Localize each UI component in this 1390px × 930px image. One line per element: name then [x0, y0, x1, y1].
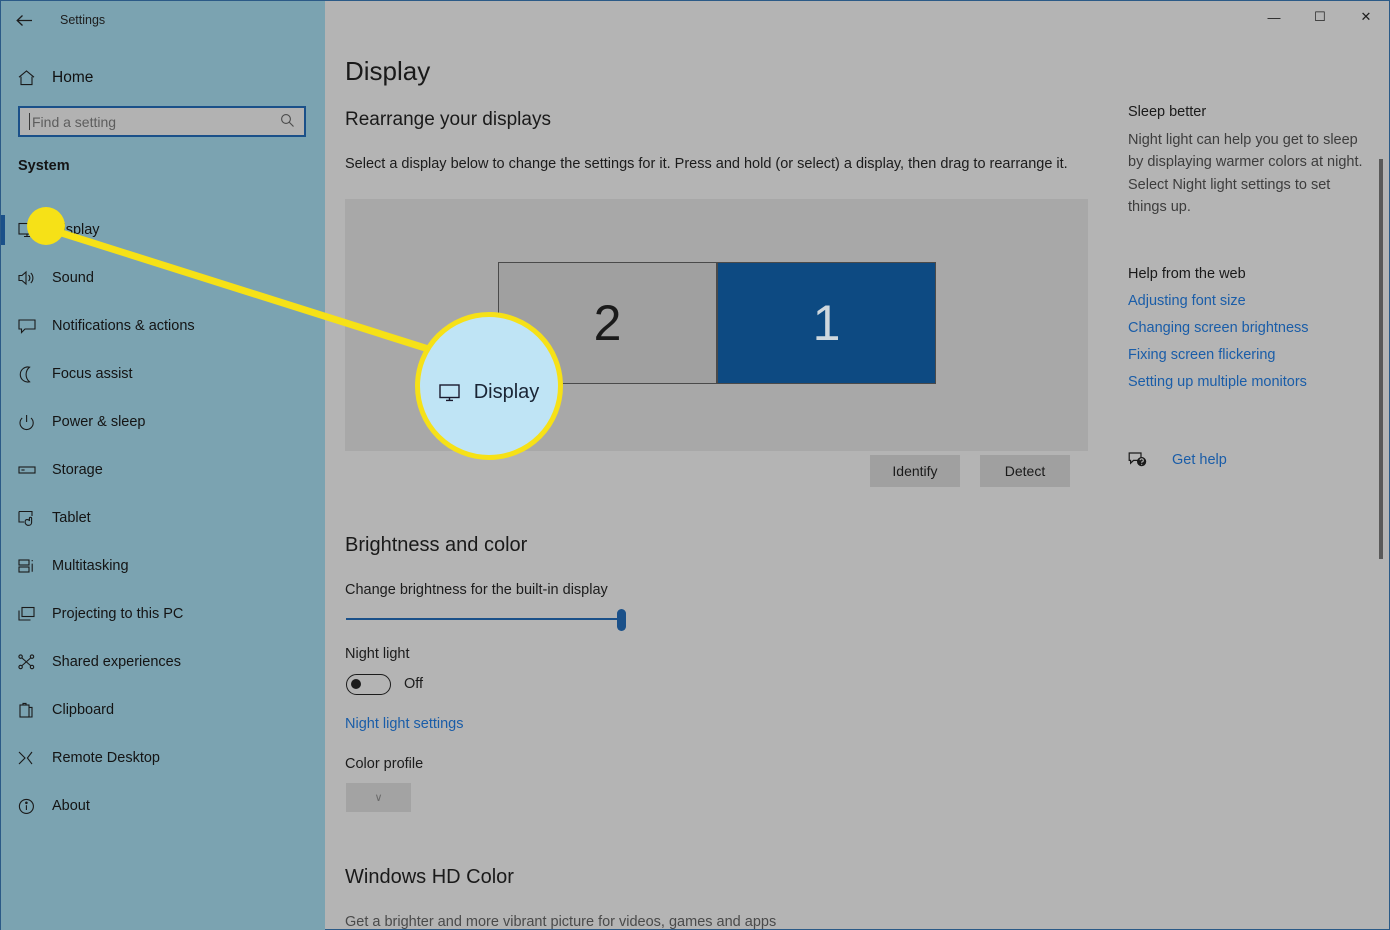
rearrange-description: Select a display below to change the set… [345, 156, 1068, 172]
night-light-toggle[interactable] [346, 674, 391, 695]
brightness-slider-track[interactable] [346, 618, 626, 620]
sidebar-item-storage-label: Storage [52, 462, 103, 478]
help-link-changing-screen-brightness[interactable]: Changing screen brightness [1128, 320, 1378, 336]
monitor-tile-1[interactable]: 1 [717, 262, 936, 384]
sleep-better-block: Sleep better Night light can help you ge… [1128, 104, 1368, 219]
brightness-heading: Brightness and color [345, 534, 528, 556]
sidebar-item-projecting[interactable]: Projecting to this PC [1, 590, 325, 638]
multitasking-icon [18, 555, 48, 577]
night-light-label: Night light [345, 646, 410, 662]
hd-color-description: Get a brighter and more vibrant picture … [345, 914, 777, 930]
sidebar-item-sound[interactable]: Sound [1, 254, 325, 302]
help-link-fixing-screen-flickering[interactable]: Fixing screen flickering [1128, 347, 1378, 363]
home-icon [18, 70, 48, 86]
color-profile-dropdown[interactable]: ∨ [346, 783, 411, 812]
speaker-icon [18, 267, 48, 289]
hd-color-heading: Windows HD Color [345, 866, 514, 888]
night-light-state: Off [404, 676, 424, 692]
sidebar-item-power-sleep-label: Power & sleep [52, 414, 146, 430]
main-content: Display Rearrange your displays Select a… [325, 1, 1389, 930]
search-placeholder: Find a setting [32, 113, 117, 130]
sidebar-item-display-label: Display [52, 222, 100, 238]
sidebar-item-tablet-label: Tablet [52, 510, 91, 526]
chat-bubble-icon [18, 315, 48, 337]
night-light-settings-link[interactable]: Night light settings [345, 716, 463, 732]
remote-desktop-icon [18, 747, 48, 769]
search-input[interactable]: Find a setting [18, 106, 306, 137]
search-icon[interactable] [280, 113, 295, 131]
sidebar-item-home[interactable]: Home [1, 61, 325, 95]
scrollbar-thumb[interactable] [1379, 159, 1383, 559]
drive-icon [18, 459, 48, 481]
get-help-label: Get help [1172, 451, 1227, 468]
sleep-better-body: Night light can help you get to sleep by… [1128, 132, 1363, 216]
sidebar-item-display[interactable]: Display [1, 206, 325, 254]
sidebar-item-multitasking-label: Multitasking [52, 558, 129, 574]
info-icon [18, 795, 48, 817]
back-button[interactable] [1, 4, 47, 36]
get-help-row[interactable]: Get help [1128, 451, 1227, 468]
identify-button[interactable]: Identify [870, 455, 960, 487]
sidebar-titlebar: Settings [1, 1, 325, 39]
sidebar-item-about-label: About [52, 798, 90, 814]
detect-button[interactable]: Detect [980, 455, 1070, 487]
color-profile-label: Color profile [345, 756, 424, 772]
share-icon [18, 651, 48, 673]
help-from-web-block: Help from the web Adjusting font size Ch… [1128, 266, 1378, 390]
sidebar-item-sound-label: Sound [52, 270, 94, 286]
window-title: Settings [60, 13, 106, 27]
monitor-tile-2[interactable]: 2 [498, 262, 717, 384]
display-arrangement-canvas[interactable]: 2 1 [345, 199, 1088, 451]
sidebar-item-notifications[interactable]: Notifications & actions [1, 302, 325, 350]
power-icon [18, 411, 48, 433]
help-bubble-icon [1128, 451, 1158, 468]
scrollbar[interactable] [1379, 29, 1383, 919]
help-link-adjusting-font-size[interactable]: Adjusting font size [1128, 293, 1378, 309]
sidebar-item-remote-desktop-label: Remote Desktop [52, 750, 160, 766]
sidebar-item-notifications-label: Notifications & actions [52, 318, 195, 334]
sidebar-item-multitasking[interactable]: Multitasking [1, 542, 325, 590]
help-from-web-heading: Help from the web [1128, 266, 1246, 282]
sidebar-section-label: System [18, 158, 70, 174]
sidebar-item-focus-assist[interactable]: Focus assist [1, 350, 325, 398]
monitor-tile-1-number: 1 [812, 295, 841, 351]
sidebar-item-shared-experiences-label: Shared experiences [52, 654, 181, 670]
sidebar-item-tablet[interactable]: Tablet [1, 494, 325, 542]
night-light-toggle-knob [351, 679, 361, 689]
sidebar-item-remote-desktop[interactable]: Remote Desktop [1, 734, 325, 782]
sidebar-item-home-label: Home [52, 69, 94, 86]
brightness-slider-thumb[interactable] [617, 609, 626, 631]
projecting-icon [18, 603, 48, 625]
search-caret [29, 113, 30, 130]
help-link-setting-up-multiple-monitors[interactable]: Setting up multiple monitors [1128, 374, 1378, 390]
sleep-better-heading: Sleep better [1128, 104, 1207, 120]
chevron-down-icon: ∨ [374, 792, 383, 804]
settings-window: Settings Home Find a setting System Disp… [0, 0, 1390, 930]
moon-icon [18, 363, 48, 385]
monitor-tile-2-number: 2 [593, 295, 622, 351]
page-title: Display [345, 56, 431, 86]
sidebar-item-projecting-label: Projecting to this PC [52, 606, 184, 622]
brightness-slider-label: Change brightness for the built-in displ… [345, 582, 608, 598]
sidebar-nav-list: Display Sound Notifications & actions Fo… [1, 206, 325, 830]
rearrange-heading: Rearrange your displays [345, 109, 551, 130]
sidebar-item-clipboard-label: Clipboard [52, 702, 115, 718]
sidebar-item-storage[interactable]: Storage [1, 446, 325, 494]
clipboard-icon [18, 699, 48, 721]
sidebar: Settings Home Find a setting System Disp… [1, 1, 325, 930]
sidebar-item-focus-assist-label: Focus assist [52, 366, 133, 382]
sidebar-item-shared-experiences[interactable]: Shared experiences [1, 638, 325, 686]
monitor-icon [18, 219, 48, 241]
sidebar-item-clipboard[interactable]: Clipboard [1, 686, 325, 734]
tablet-icon [18, 507, 48, 529]
sidebar-item-power-sleep[interactable]: Power & sleep [1, 398, 325, 446]
sidebar-item-about[interactable]: About [1, 782, 325, 830]
